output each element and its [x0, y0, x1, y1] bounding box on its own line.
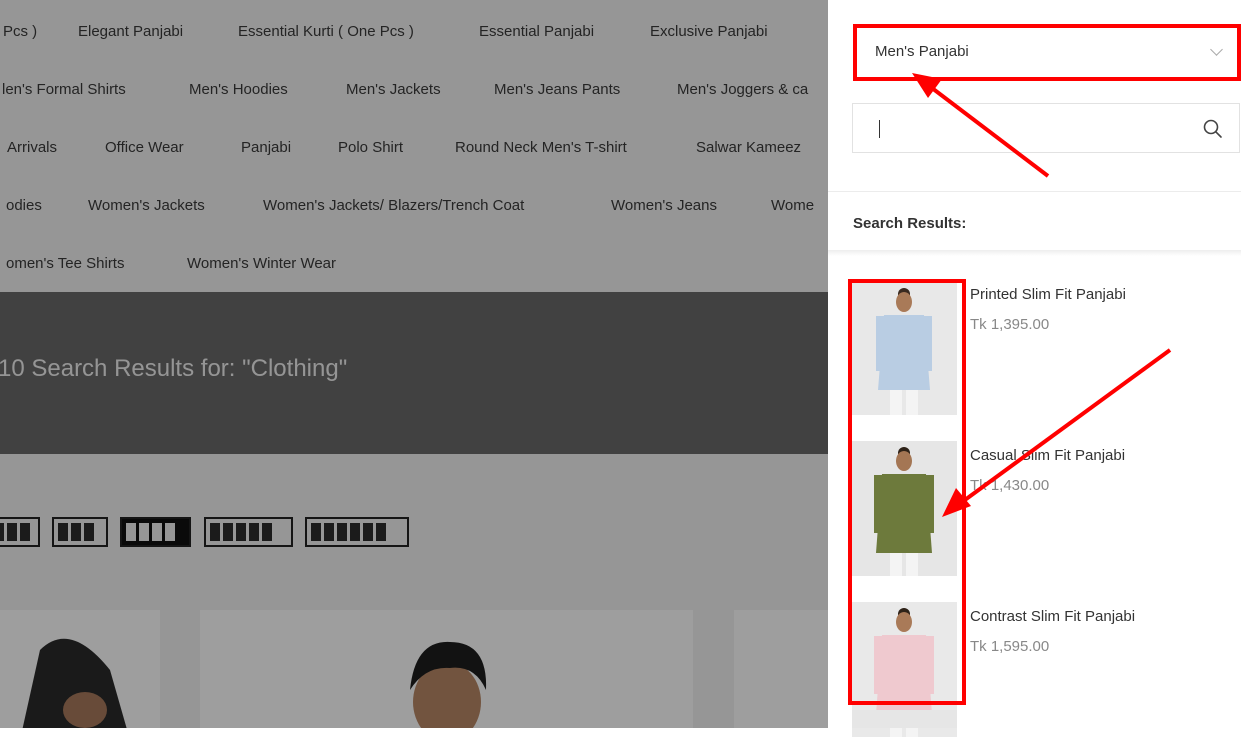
search-icon[interactable]	[1201, 117, 1225, 141]
category-link[interactable]: Salwar Kameez	[696, 139, 801, 156]
results-shadow	[828, 250, 1241, 256]
category-select[interactable]: Men's Panjabi	[854, 24, 1238, 78]
chevron-down-icon	[1210, 43, 1223, 56]
category-link[interactable]: Essential Kurti ( One Pcs )	[238, 23, 414, 40]
category-link[interactable]: Women's Winter Wear	[187, 255, 336, 272]
search-input[interactable]	[853, 104, 1207, 152]
category-link[interactable]: Arrivals	[7, 139, 57, 156]
search-box	[852, 103, 1240, 153]
product-image	[22, 638, 127, 728]
background-page: Pcs ) Elegant Panjabi Essential Kurti ( …	[0, 0, 828, 728]
category-link[interactable]: Men's Jackets	[346, 81, 441, 98]
result-name[interactable]: Contrast Slim Fit Panjabi	[970, 608, 1135, 625]
product-card[interactable]	[200, 610, 693, 728]
product-image	[410, 641, 487, 728]
product-image	[876, 288, 932, 415]
search-result-item[interactable]: Printed Slim Fit Panjabi Tk 1,395.00	[852, 280, 1241, 415]
category-link[interactable]: Men's Jeans Pants	[494, 81, 620, 98]
category-link[interactable]: len's Formal Shirts	[2, 81, 126, 98]
product-image	[874, 447, 934, 576]
category-link[interactable]: Elegant Panjabi	[78, 23, 183, 40]
category-link[interactable]: Women's Jeans	[611, 197, 717, 214]
product-card[interactable]	[734, 610, 828, 728]
category-link[interactable]: Women's Jackets	[88, 197, 205, 214]
product-card[interactable]	[0, 610, 160, 728]
category-link[interactable]: Exclusive Panjabi	[650, 23, 768, 40]
result-thumbnail	[852, 441, 957, 576]
text-caret	[879, 120, 880, 138]
search-panel: Men's Panjabi Search Results: Printed Sl…	[828, 0, 1241, 737]
results-heading: Search Results:	[853, 215, 967, 232]
divider	[828, 191, 1241, 192]
category-link[interactable]: Panjabi	[241, 139, 291, 156]
category-link[interactable]: Men's Joggers & ca	[677, 81, 808, 98]
banner-title: 10 Search Results for: "Clothing"	[0, 355, 348, 382]
search-result-item[interactable]: Casual Slim Fit Panjabi Tk 1,430.00	[852, 441, 1241, 576]
grid-6-columns-icon[interactable]	[305, 517, 409, 547]
category-link[interactable]: Men's Hoodies	[189, 81, 288, 98]
category-select-value: Men's Panjabi	[875, 43, 969, 60]
result-price: Tk 1,595.00	[970, 638, 1050, 655]
category-link[interactable]: Office Wear	[105, 139, 184, 156]
result-price: Tk 1,395.00	[970, 316, 1050, 333]
result-thumbnail	[852, 710, 957, 728]
result-price: Tk 1,430.00	[970, 477, 1050, 494]
category-link[interactable]: Round Neck Men's T-shirt	[455, 139, 627, 156]
grid-4-columns-icon[interactable]	[120, 517, 191, 547]
result-name[interactable]: Printed Slim Fit Panjabi	[970, 286, 1126, 303]
grid-3-columns-icon[interactable]	[52, 517, 108, 547]
search-results-banner: 10 Search Results for: "Clothing"	[0, 292, 828, 454]
result-thumbnail	[852, 280, 957, 415]
grid-5-columns-icon[interactable]	[204, 517, 293, 547]
category-link[interactable]: Polo Shirt	[338, 139, 403, 156]
grid-3-columns-icon[interactable]	[0, 517, 40, 547]
category-link[interactable]: Women's Jackets/ Blazers/Trench Coat	[263, 197, 524, 214]
category-link[interactable]: Essential Panjabi	[479, 23, 594, 40]
category-link[interactable]: omen's Tee Shirts	[6, 255, 124, 272]
category-link[interactable]: odies	[6, 197, 42, 214]
category-link[interactable]: Wome	[771, 197, 814, 214]
result-name[interactable]: Casual Slim Fit Panjabi	[970, 447, 1125, 464]
category-link[interactable]: Pcs )	[3, 23, 37, 40]
